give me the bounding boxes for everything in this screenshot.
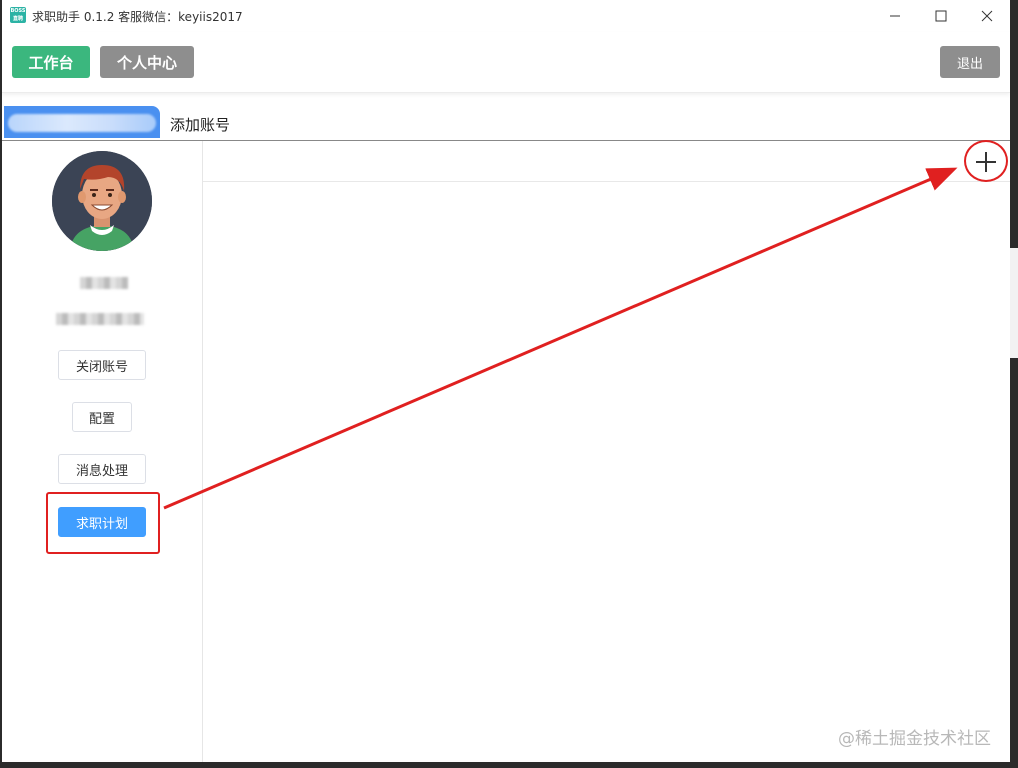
background-window-edge [1010,248,1018,358]
app-window: BOSS 直聘 求职助手 0.1.2 客服微信：keyiis2017 工作台 个人… [2,0,1010,762]
annotation-arrow [163,167,958,510]
watermark-text: @稀土掘金技术社区 [838,729,991,749]
